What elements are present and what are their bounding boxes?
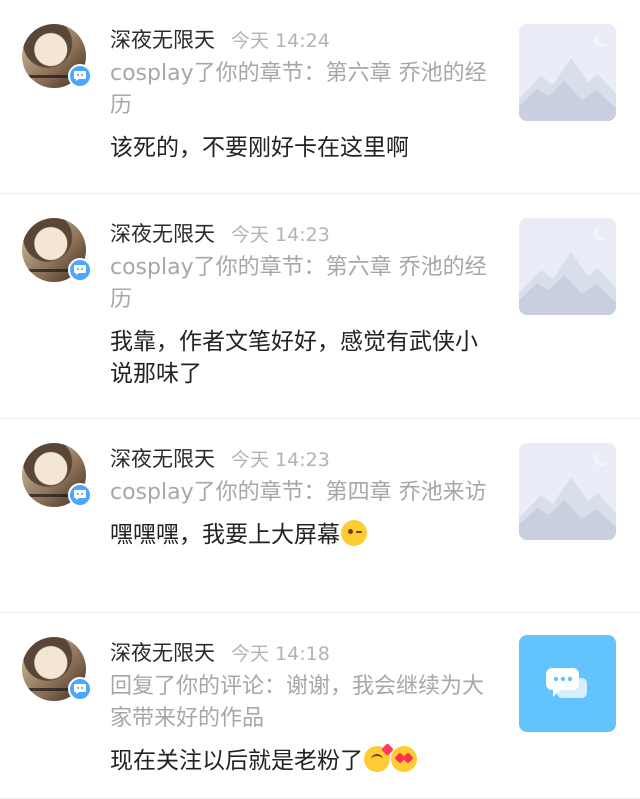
comment-badge-icon [68, 677, 92, 701]
notice-text[interactable]: cosplay了你的章节：第六章 乔池的经历 [110, 58, 490, 122]
comment-body: 现在关注以后就是老粉了 [110, 748, 363, 774]
comment-text: 嘿嘿嘿，我要上大屏幕 [110, 519, 490, 551]
timestamp: 今天 14:24 [231, 30, 330, 52]
mountain-placeholder-icon [519, 443, 616, 540]
username[interactable]: 深夜无限天 [110, 443, 215, 473]
chapter-thumbnail[interactable] [519, 24, 616, 121]
timestamp: 今天 14:23 [231, 449, 330, 471]
username[interactable]: 深夜无限天 [110, 24, 215, 54]
list-item[interactable]: 深夜无限天 今天 14:23 cosplay了你的章节：第六章 乔池的经历 我靠… [0, 194, 640, 419]
comment-badge-icon [68, 64, 92, 88]
notice-text[interactable]: cosplay了你的章节：第四章 乔池来访 [110, 477, 490, 509]
avatar-container[interactable] [22, 24, 94, 96]
username[interactable]: 深夜无限天 [110, 637, 215, 667]
chapter-thumbnail[interactable] [519, 443, 616, 540]
mountain-placeholder-icon [519, 218, 616, 315]
notification-content: 深夜无限天 今天 14:24 cosplay了你的章节：第六章 乔池的经历 该死… [110, 24, 490, 164]
avatar-container[interactable] [22, 218, 94, 290]
notice-text[interactable]: 回复了你的评论：谢谢，我会继续为大家带来好的作品 [110, 671, 490, 735]
comment-badge-icon [68, 483, 92, 507]
avatar-container[interactable] [22, 637, 94, 709]
kiss-emoji-icon [364, 746, 390, 772]
comment-body: 嘿嘿嘿，我要上大屏幕 [110, 522, 340, 548]
mountain-placeholder-icon [519, 24, 616, 121]
comment-text: 现在关注以后就是老粉了 [110, 745, 490, 777]
chapter-thumbnail[interactable] [519, 218, 616, 315]
notification-content: 深夜无限天 今天 14:18 回复了你的评论：谢谢，我会继续为大家带来好的作品 … [110, 637, 490, 777]
comment-thumbnail[interactable] [519, 635, 616, 732]
timestamp: 今天 14:23 [231, 224, 330, 246]
list-item[interactable]: 深夜无限天 今天 14:24 cosplay了你的章节：第六章 乔池的经历 该死… [0, 0, 640, 194]
list-item[interactable]: 深夜无限天 今天 14:18 回复了你的评论：谢谢，我会继续为大家带来好的作品 … [0, 613, 640, 799]
notification-content: 深夜无限天 今天 14:23 cosplay了你的章节：第六章 乔池的经历 我靠… [110, 218, 490, 390]
avatar-container[interactable] [22, 443, 94, 515]
chat-bubbles-icon [545, 667, 587, 698]
notice-text[interactable]: cosplay了你的章节：第六章 乔池的经历 [110, 252, 490, 316]
timestamp: 今天 14:18 [231, 643, 330, 665]
comment-badge-icon [68, 258, 92, 282]
comment-text: 我靠，作者文笔好好，感觉有武侠小说那味了 [110, 329, 478, 387]
notification-content: 深夜无限天 今天 14:23 cosplay了你的章节：第四章 乔池来访 嘿嘿嘿… [110, 443, 490, 551]
wink-emoji-icon [341, 520, 367, 546]
heart-eyes-emoji-icon [391, 746, 417, 772]
comment-text: 该死的，不要刚好卡在这里啊 [110, 135, 409, 161]
username[interactable]: 深夜无限天 [110, 218, 215, 248]
list-item[interactable]: 深夜无限天 今天 14:23 cosplay了你的章节：第四章 乔池来访 嘿嘿嘿… [0, 419, 640, 613]
notification-list: 深夜无限天 今天 14:24 cosplay了你的章节：第六章 乔池的经历 该死… [0, 0, 640, 799]
